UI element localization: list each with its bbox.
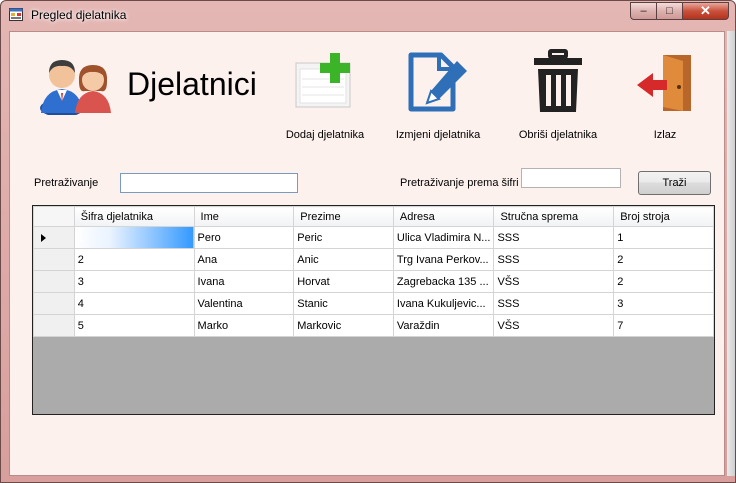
table-cell[interactable]: Ana: [193, 248, 295, 271]
maximize-button[interactable]: □: [657, 2, 683, 20]
search-label: Pretraživanje: [34, 177, 99, 189]
table-cell[interactable]: 2: [73, 248, 195, 271]
table-cell[interactable]: 2: [613, 248, 714, 271]
corner-header: [33, 206, 75, 227]
table-cell[interactable]: VŠS: [493, 270, 615, 293]
table-cell[interactable]: Ulica Vladimira N...: [392, 226, 495, 249]
close-button[interactable]: ✕: [683, 2, 729, 20]
table-cell[interactable]: 5: [73, 314, 195, 337]
table-cell[interactable]: 1: [73, 226, 195, 249]
edit-document-icon: [408, 52, 467, 112]
exit-label: Izlaz: [653, 129, 677, 141]
column-header[interactable]: Ime: [193, 206, 295, 227]
delete-employee-label: Obriši djelatnika: [518, 129, 598, 141]
window-title: Pregled djelatnika: [31, 8, 127, 22]
table-cell[interactable]: SSS: [493, 292, 615, 315]
search-button[interactable]: Traži: [638, 171, 711, 195]
table-cell[interactable]: Pero: [193, 226, 295, 249]
add-employee-button[interactable]: Dodaj djelatnika: [286, 47, 364, 141]
table-cell[interactable]: 3: [613, 292, 714, 315]
edit-employee-label: Izmjeni djelatnika: [395, 129, 481, 141]
table-cell[interactable]: Stanic: [293, 292, 394, 315]
edit-icon-wrap: [403, 47, 473, 117]
edit-employee-button[interactable]: Izmjeni djelatnika: [396, 47, 480, 141]
minimize-button[interactable]: –: [630, 2, 657, 20]
table-cell[interactable]: Ivana: [193, 270, 295, 293]
row-header[interactable]: [33, 314, 75, 337]
table-cell[interactable]: Markovic: [293, 314, 394, 337]
row-header[interactable]: [33, 292, 75, 315]
table-cell[interactable]: Peric: [293, 226, 394, 249]
close-icon: ✕: [700, 3, 711, 18]
search-by-id-input[interactable]: [521, 168, 621, 188]
window-controls: – □ ✕: [630, 2, 729, 20]
table-cell[interactable]: VŠS: [493, 314, 615, 337]
maximize-icon: □: [666, 5, 673, 17]
table-cell[interactable]: Horvat: [293, 270, 394, 293]
search-by-id-label: Pretraživanje prema šifri: [400, 177, 519, 189]
search-input[interactable]: [120, 173, 298, 193]
table-cell[interactable]: SSS: [493, 226, 615, 249]
column-header[interactable]: Stručna sprema: [493, 206, 615, 227]
window-icon: [9, 8, 23, 21]
table-cell[interactable]: 7: [613, 314, 714, 337]
column-header[interactable]: Šifra djelatnika: [73, 206, 195, 227]
table-cell[interactable]: Marko: [193, 314, 295, 337]
trash-icon: [534, 49, 582, 112]
delete-icon-wrap: [523, 47, 593, 117]
table-cell[interactable]: 3: [73, 270, 195, 293]
column-header[interactable]: Broj stroja: [613, 206, 714, 227]
exit-icon-wrap: [630, 47, 700, 117]
title-bar[interactable]: Pregled djelatnika – □ ✕: [1, 1, 735, 29]
table-cell[interactable]: Zagrebacka 135 ...: [392, 270, 495, 293]
row-header[interactable]: [33, 248, 75, 271]
table-cell[interactable]: Anic: [293, 248, 394, 271]
employees-grid[interactable]: Šifra djelatnika Ime Prezime Adresa Stru…: [32, 205, 715, 415]
add-icon-wrap: [290, 47, 360, 117]
exit-door-icon: [637, 55, 691, 111]
window-edge: [727, 31, 735, 476]
table-row[interactable]: 3 Ivana Horvat Zagrebacka 135 ... VŠS 2: [33, 270, 714, 293]
column-header[interactable]: Adresa: [392, 206, 495, 227]
people-icon: [40, 60, 111, 115]
table-cell[interactable]: Ivana Kukuljevic...: [392, 292, 495, 315]
table-cell[interactable]: SSS: [493, 248, 615, 271]
delete-employee-button[interactable]: Obriši djelatnika: [519, 47, 597, 141]
column-header[interactable]: Prezime: [293, 206, 394, 227]
header-row: Šifra djelatnika Ime Prezime Adresa Stru…: [33, 206, 714, 227]
table-cell[interactable]: 4: [73, 292, 195, 315]
page-title: Djelatnici: [127, 66, 257, 102]
table-cell[interactable]: Trg Ivana Perkov...: [392, 248, 495, 271]
add-employee-label: Dodaj djelatnika: [285, 129, 365, 141]
table-cell[interactable]: Varaždin: [392, 314, 495, 337]
row-header[interactable]: [33, 270, 75, 293]
add-document-icon: [295, 53, 351, 108]
table-row[interactable]: 1 Pero Peric Ulica Vladimira N... SSS 1: [33, 226, 714, 249]
table-row[interactable]: 4 Valentina Stanic Ivana Kukuljevic... S…: [33, 292, 714, 315]
table-cell[interactable]: 1: [613, 226, 714, 249]
employees-table: Šifra djelatnika Ime Prezime Adresa Stru…: [33, 206, 714, 337]
exit-button[interactable]: Izlaz: [627, 47, 703, 141]
table-row[interactable]: 5 Marko Markovic Varaždin VŠS 7: [33, 314, 714, 337]
minimize-icon: –: [640, 5, 647, 17]
table-row[interactable]: 2 Ana Anic Trg Ivana Perkov... SSS 2: [33, 248, 714, 271]
table-cell[interactable]: Valentina: [193, 292, 295, 315]
table-cell[interactable]: 2: [613, 270, 714, 293]
row-header[interactable]: [33, 226, 75, 249]
